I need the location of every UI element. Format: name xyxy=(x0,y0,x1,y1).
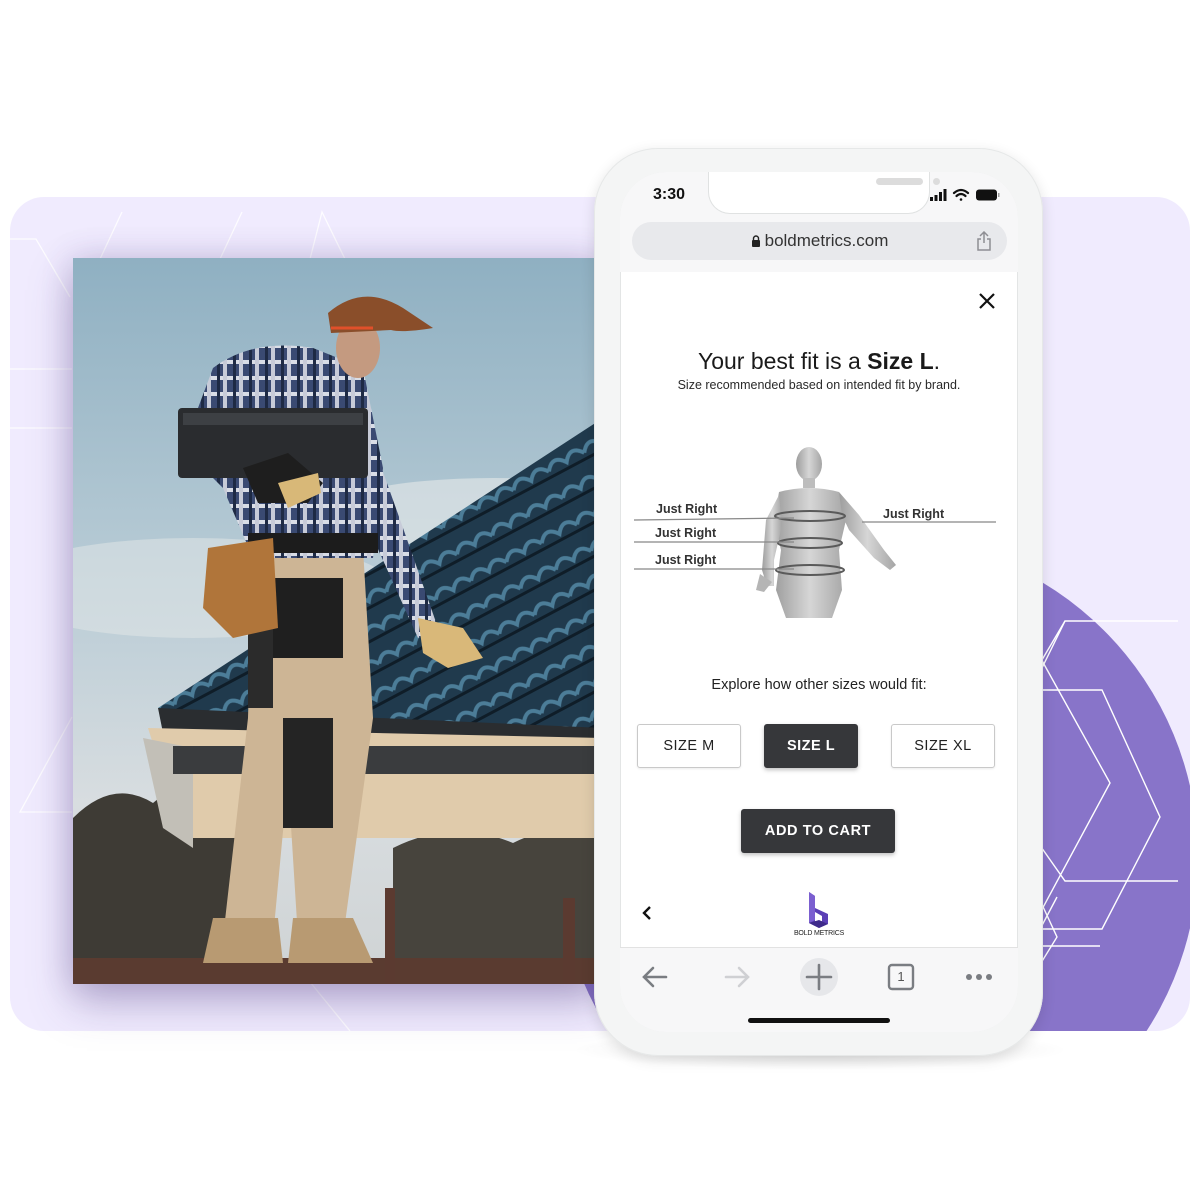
status-area: 3:30 boldmetrics.com xyxy=(620,172,1018,272)
camera xyxy=(933,178,940,185)
explore-sizes-text: Explore how other sizes would fit: xyxy=(711,677,927,693)
signal-icon xyxy=(930,189,947,201)
body-fit-diagram: Just Right Just Right Just Right Just Ri… xyxy=(633,440,1004,618)
fit-label-waist: Just Right xyxy=(655,526,717,540)
fit-label-sleeve: Just Right xyxy=(883,507,945,521)
more-dots-icon[interactable] xyxy=(960,958,998,996)
arrow-left-icon[interactable] xyxy=(636,958,674,996)
bold-metrics-logo-mark xyxy=(809,892,828,928)
phone-screen: 3:30 boldmetrics.com Your best fit is a … xyxy=(620,172,1018,1032)
recommended-size: Size L xyxy=(867,348,934,374)
url-text: boldmetrics.com xyxy=(764,231,889,250)
close-icon[interactable] xyxy=(976,290,998,312)
tabs-button[interactable]: 1 xyxy=(882,958,920,996)
plus-icon[interactable] xyxy=(800,958,838,996)
url-bar[interactable]: boldmetrics.com xyxy=(632,222,1007,260)
headline-prefix: Your best fit is a xyxy=(697,348,868,374)
lock-icon xyxy=(751,235,760,247)
chevron-left-icon[interactable] xyxy=(640,904,654,922)
arrow-right-icon[interactable] xyxy=(718,958,756,996)
browser-toolbar: 1 xyxy=(620,947,1018,1032)
status-icons xyxy=(930,188,1000,201)
wifi-icon xyxy=(952,188,970,201)
speaker xyxy=(876,178,923,185)
bold-metrics-logo: BOLD METRICS xyxy=(786,890,852,940)
fit-subline: Size recommended based on intended fit b… xyxy=(677,378,961,392)
hero-photo xyxy=(73,258,603,984)
fit-label-hip: Just Right xyxy=(655,553,717,567)
size-l-button[interactable]: SIZE L xyxy=(764,724,858,768)
home-indicator[interactable] xyxy=(748,1018,890,1023)
headline-suffix: . xyxy=(933,348,941,374)
battery-icon xyxy=(976,189,1000,201)
fit-label-chest: Just Right xyxy=(656,502,718,516)
roofer-illustration xyxy=(73,258,603,984)
size-m-button[interactable]: SIZE M xyxy=(637,724,741,768)
status-time: 3:30 xyxy=(653,186,686,203)
logo-text: BOLD METRICS xyxy=(793,930,845,937)
size-xl-button[interactable]: SIZE XL xyxy=(891,724,995,768)
notch xyxy=(708,172,940,214)
add-to-cart-button[interactable]: ADD TO CART xyxy=(741,809,895,853)
fit-headline: Your best fit is a Size L. xyxy=(620,348,1018,375)
share-icon[interactable] xyxy=(975,231,993,251)
tab-count: 1 xyxy=(897,969,905,984)
